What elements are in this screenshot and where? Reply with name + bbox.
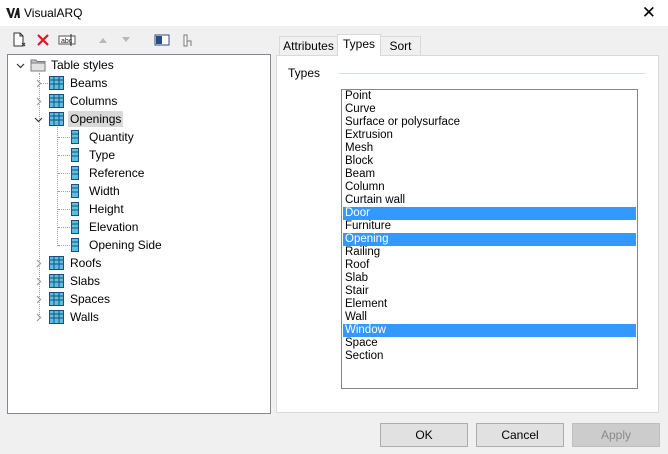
tree-item-spaces[interactable]: Spaces	[8, 291, 268, 308]
tree-item-beams[interactable]: Beams	[8, 75, 268, 92]
tab-types[interactable]: Types	[337, 34, 381, 56]
window-title: VisualARQ	[24, 6, 83, 20]
ok-button[interactable]: OK	[380, 423, 468, 447]
chevron-right-icon[interactable]	[34, 259, 43, 268]
table-icon	[49, 292, 64, 306]
types-list-item[interactable]: Door	[343, 207, 636, 220]
chevron-right-icon[interactable]	[34, 97, 43, 106]
types-list-item[interactable]: Wall	[343, 311, 636, 324]
table-icon	[49, 274, 64, 288]
column-field-icon	[71, 184, 79, 198]
types-list-item[interactable]: Roof	[343, 259, 636, 272]
table-icon	[49, 310, 64, 324]
tab-attributes[interactable]: Attributes	[279, 36, 338, 55]
cancel-button[interactable]: Cancel	[476, 423, 564, 447]
tree-item-walls[interactable]: Walls	[8, 309, 268, 326]
folder-icon	[30, 59, 46, 72]
move-down-icon[interactable]	[117, 31, 135, 49]
tab-sort[interactable]: Sort	[380, 36, 421, 55]
tree-child-label: Height	[89, 202, 124, 216]
column-field-icon	[71, 166, 79, 180]
chevron-right-icon[interactable]	[34, 277, 43, 286]
types-list-item[interactable]: Section	[343, 350, 636, 363]
tree-item-label: Walls	[70, 310, 99, 324]
tree-item-label: Beams	[70, 76, 108, 90]
types-list-item[interactable]: Beam	[343, 168, 636, 181]
table-icon	[49, 112, 64, 126]
title-bar: VisualARQ ✕	[0, 0, 668, 26]
tree-child-label: Quantity	[89, 130, 134, 144]
tree-root[interactable]: Table styles	[8, 57, 268, 74]
delete-icon[interactable]	[34, 31, 52, 49]
tree-child-height[interactable]: Height	[8, 201, 268, 218]
types-list-item[interactable]: Window	[343, 324, 636, 337]
pointer-icon[interactable]	[178, 31, 196, 49]
types-list-item[interactable]: Extrusion	[343, 129, 636, 142]
types-list-item[interactable]: Point	[343, 90, 636, 103]
tree-item-slabs[interactable]: Slabs	[8, 273, 268, 290]
table-icon	[49, 94, 64, 108]
tree-item-openings[interactable]: Openings	[8, 111, 268, 128]
tree-item-columns[interactable]: Columns	[8, 93, 268, 110]
column-field-icon	[71, 238, 79, 252]
tree-item-label: Openings	[68, 111, 124, 127]
column-field-icon	[71, 220, 79, 234]
tree-child-reference[interactable]: Reference	[8, 165, 268, 182]
chevron-down-icon[interactable]	[34, 115, 43, 124]
chevron-right-icon[interactable]	[34, 295, 43, 304]
tree-child-label: Reference	[89, 166, 145, 180]
types-list-item[interactable]: Surface or polysurface	[343, 116, 636, 129]
tree-item-label: Slabs	[70, 274, 101, 288]
types-list-item[interactable]: Curtain wall	[343, 194, 636, 207]
types-group-label: Types	[288, 66, 325, 80]
chevron-down-icon[interactable]	[16, 61, 25, 70]
types-list-item[interactable]: Stair	[343, 285, 636, 298]
move-up-icon[interactable]	[94, 31, 112, 49]
chevron-right-icon[interactable]	[34, 79, 43, 88]
toggle-panel-icon[interactable]	[153, 31, 171, 49]
tree-item-label: Columns	[70, 94, 118, 108]
tree-root-label: Table styles	[51, 58, 114, 72]
close-icon[interactable]: ✕	[642, 3, 656, 23]
tree-child-label: Opening Side	[89, 238, 162, 252]
types-listbox[interactable]: Point Curve Surface or polysurface Extrusio…	[341, 89, 638, 389]
tree-child-quantity[interactable]: Quantity	[8, 129, 268, 146]
types-list-item[interactable]: Furniture	[343, 220, 636, 233]
tree-child-width[interactable]: Width	[8, 183, 268, 200]
types-list-item[interactable]: Slab	[343, 272, 636, 285]
group-divider	[339, 73, 645, 74]
tree-child-label: Elevation	[89, 220, 139, 234]
tree-child-elevation[interactable]: Elevation	[8, 219, 268, 236]
tree-child-type[interactable]: Type	[8, 147, 268, 164]
table-icon	[49, 76, 64, 90]
types-list-item[interactable]: Curve	[343, 103, 636, 116]
types-list-item[interactable]: Mesh	[343, 142, 636, 155]
table-icon	[49, 256, 64, 270]
types-list-item[interactable]: Element	[343, 298, 636, 311]
types-list-item[interactable]: Column	[343, 181, 636, 194]
tree-child-label: Type	[89, 148, 116, 162]
column-field-icon	[71, 148, 79, 162]
tree-child-opening-side[interactable]: Opening Side	[8, 237, 268, 254]
types-list-item[interactable]: Space	[343, 337, 636, 350]
column-field-icon	[71, 130, 79, 144]
tree-item-label: Spaces	[70, 292, 111, 306]
new-document-icon[interactable]	[10, 31, 28, 49]
tree-item-label: Roofs	[70, 256, 102, 270]
table-styles-tree[interactable]: Table styles Beams Columns Openings Quan…	[7, 54, 271, 414]
types-tab-panel: Types Point Curve Surface or polysurface Ex…	[276, 55, 659, 413]
tree-item-roofs[interactable]: Roofs	[8, 255, 268, 272]
types-list-item[interactable]: Railing	[343, 246, 636, 259]
chevron-right-icon[interactable]	[34, 313, 43, 322]
rename-icon[interactable]: abc	[58, 31, 76, 49]
apply-button[interactable]: Apply	[572, 423, 660, 447]
tree-child-label: Width	[89, 184, 120, 198]
column-field-icon	[71, 202, 79, 216]
types-list-item[interactable]: Opening	[343, 233, 636, 246]
visualarq-logo-icon	[6, 8, 20, 18]
types-list-item[interactable]: Block	[343, 155, 636, 168]
